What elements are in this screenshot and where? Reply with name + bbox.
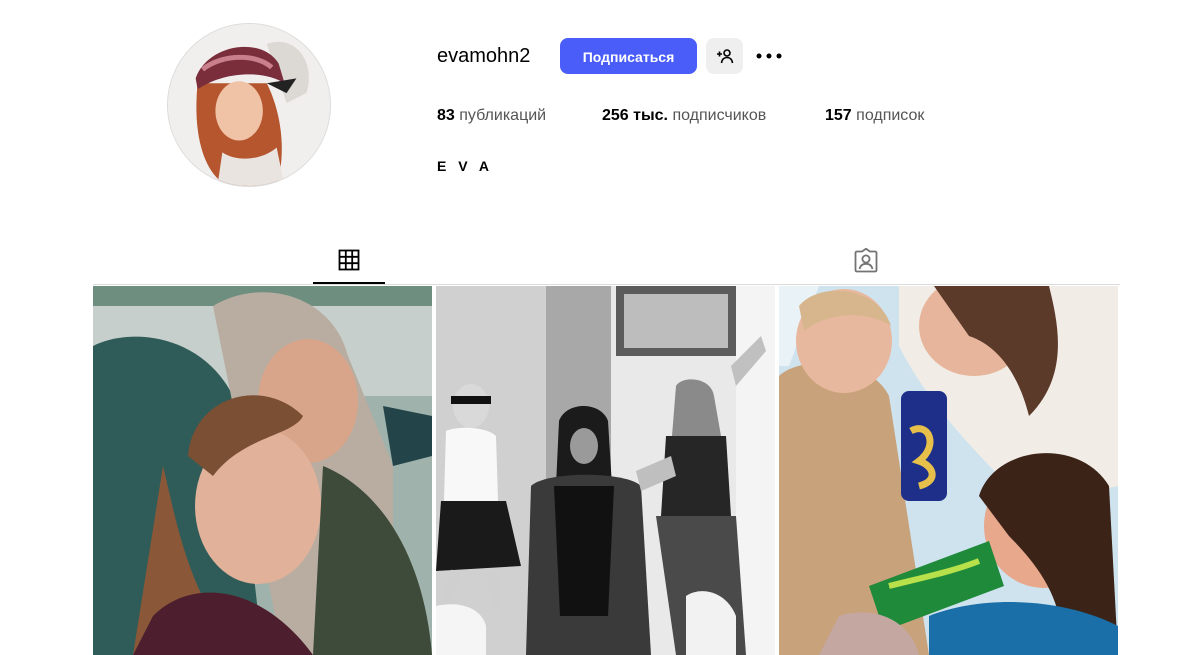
grid-icon: [338, 249, 360, 271]
posts-count-number: 83: [437, 107, 455, 124]
following-count-number: 157: [825, 107, 852, 124]
follow-button[interactable]: Подписаться: [560, 38, 697, 74]
following-count-label: подписок: [856, 107, 925, 124]
followers-count-number: 256 тыс.: [602, 107, 668, 124]
post-image-2: [436, 286, 775, 655]
tab-tagged[interactable]: [830, 243, 902, 284]
following-count[interactable]: 157 подписок: [825, 106, 924, 126]
post-image-3: [779, 286, 1118, 655]
more-options-button[interactable]: [752, 42, 786, 70]
post-image-1: [93, 286, 432, 655]
username: evamohn2: [437, 45, 531, 67]
bio-full-name: E V A: [437, 158, 494, 174]
followers-count-label: подписчиков: [672, 107, 767, 124]
avatar-image: [168, 24, 330, 186]
tab-posts[interactable]: [313, 243, 385, 284]
profile-avatar[interactable]: [167, 23, 331, 187]
followers-count[interactable]: 256 тыс. подписчиков: [602, 106, 766, 126]
profile-page: evamohn2 Подписаться 83 публикаций 256 т…: [0, 0, 1193, 655]
post-thumbnail-3[interactable]: [779, 286, 1118, 655]
more-options-icon: [756, 53, 782, 59]
posts-count: 83 публикаций: [437, 106, 546, 126]
tagged-person-icon: [854, 248, 878, 273]
posts-count-label: публикаций: [459, 107, 547, 124]
suggest-users-button[interactable]: [706, 38, 743, 74]
post-thumbnail-1[interactable]: [93, 286, 432, 655]
add-user-icon: [716, 49, 733, 64]
tabs-divider: [93, 284, 1120, 285]
post-thumbnail-2[interactable]: [436, 286, 775, 655]
